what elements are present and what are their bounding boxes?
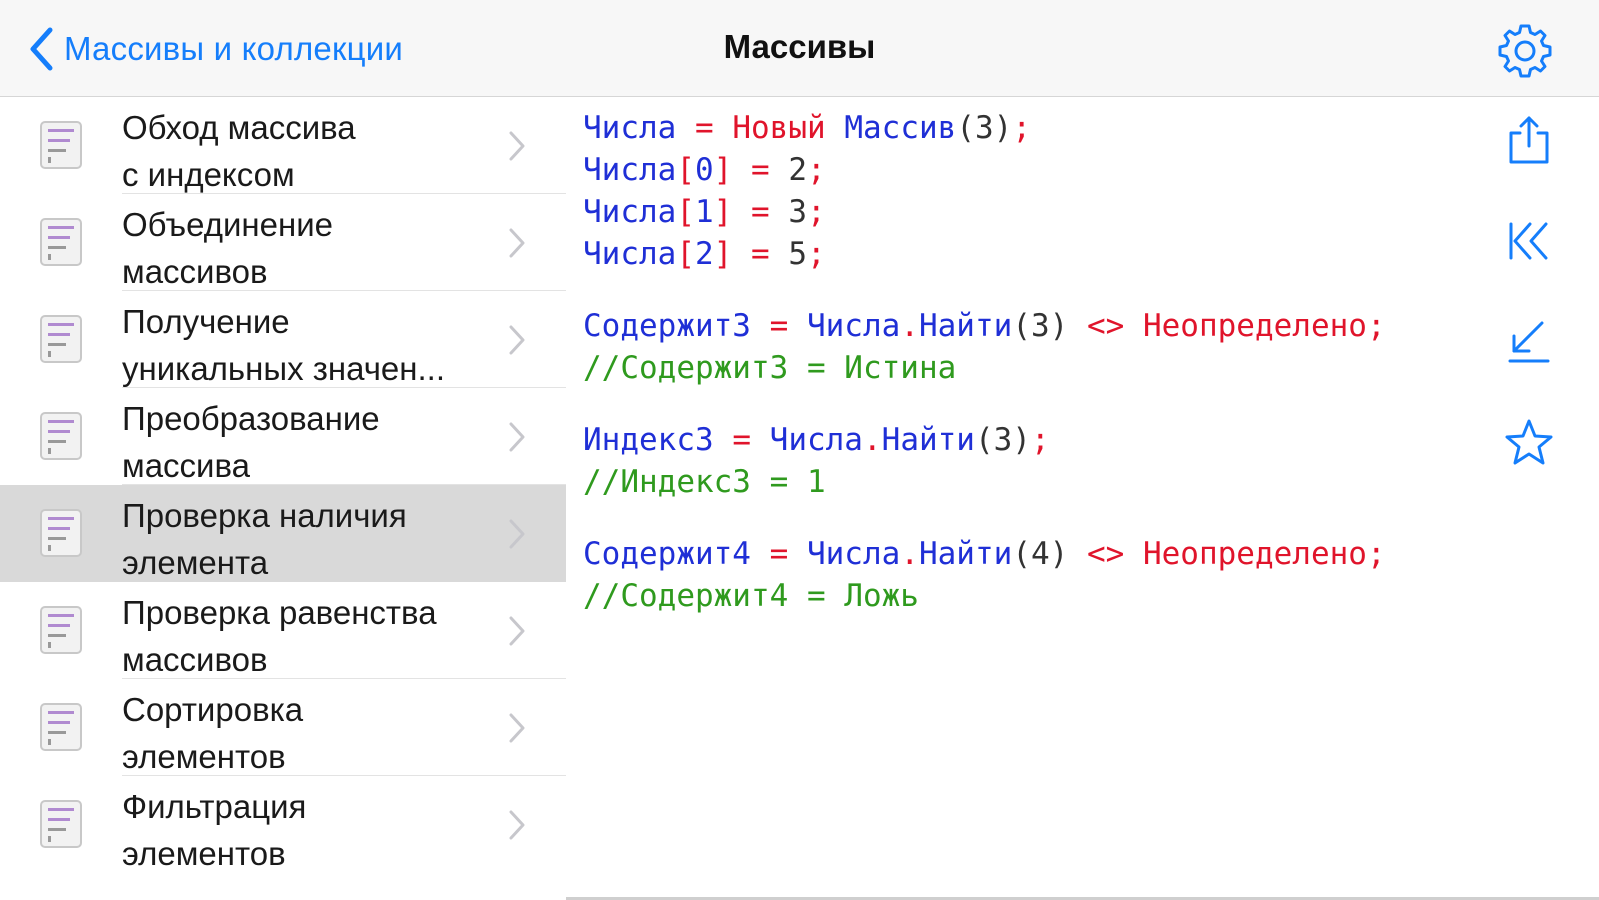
list-item[interactable]: Фильтрация элементов: [0, 776, 566, 873]
chevron-right-icon: [509, 131, 525, 161]
list-item-label: Преобразование массива: [122, 400, 380, 484]
list-item-label: Фильтрация элементов: [122, 788, 307, 872]
code-line: Числа[0] = 2;: [583, 152, 826, 188]
list-item-label: Обход массива с индексом: [122, 109, 356, 193]
navigation-bar: Массивы и коллекции Массивы: [0, 0, 1599, 97]
snippet-list: Обход массива с индексом Объединение мас…: [0, 97, 566, 900]
chevron-right-icon: [509, 616, 525, 646]
code-file-icon: [40, 412, 82, 460]
code-comment: //Содержит4 = Ложь: [583, 578, 919, 614]
list-item-label: Сортировка элементов: [122, 691, 304, 775]
chevron-right-icon: [509, 713, 525, 743]
star-icon[interactable]: [1502, 416, 1556, 470]
list-item-label: Объединение массивов: [122, 206, 334, 290]
chevron-right-icon: [509, 325, 525, 355]
list-item-label: Проверка наличия элемента: [122, 497, 407, 581]
list-item-label: Получение уникальных значен...: [122, 303, 445, 387]
list-item[interactable]: Получение уникальных значен...: [0, 291, 566, 388]
code-line: Индекс3 = Числа.Найти(3);: [583, 422, 1050, 458]
list-item[interactable]: Объединение массивов: [0, 194, 566, 291]
code-comment: //Индекс3 = 1: [583, 464, 826, 500]
code-comment: //Содержит3 = Истина: [583, 350, 957, 386]
code-line: Содержит4 = Числа.Найти(4) <> Неопределе…: [583, 536, 1386, 572]
code-file-icon: [40, 606, 82, 654]
code-file-icon: [40, 703, 82, 751]
chevron-right-icon: [509, 422, 525, 452]
code-file-icon: [40, 315, 82, 363]
list-item[interactable]: Проверка равенства массивов: [0, 582, 566, 679]
first-icon[interactable]: [1502, 214, 1556, 268]
list-item-selected[interactable]: Проверка наличия элемента: [0, 485, 566, 582]
list-item[interactable]: Преобразование массива: [0, 388, 566, 485]
list-item-label: Проверка равенства массивов: [122, 594, 437, 678]
page-title: Массивы: [723, 28, 876, 65]
code-file-icon: [40, 218, 82, 266]
code-file-icon: [40, 509, 82, 557]
share-icon[interactable]: [1502, 113, 1556, 167]
gear-icon[interactable]: [1496, 22, 1554, 80]
sum-icon[interactable]: [1502, 314, 1556, 368]
chevron-right-icon: [509, 519, 525, 549]
code-line: Содержит3 = Числа.Найти(3) <> Неопределе…: [583, 308, 1386, 344]
code-line: Числа[1] = 3;: [583, 194, 826, 230]
list-item[interactable]: Обход массива с индексом: [0, 97, 566, 194]
list-item[interactable]: Сортировка элементов: [0, 679, 566, 776]
code-file-icon: [40, 121, 82, 169]
chevron-right-icon: [509, 228, 525, 258]
code-line: Числа[2] = 5;: [583, 236, 826, 272]
code-line: Числа = Новый Массив(3);: [583, 110, 1031, 146]
code-view[interactable]: Числа = Новый Массив(3); Числа[0] = 2; Ч…: [566, 97, 1506, 900]
chevron-right-icon: [509, 810, 525, 840]
code-file-icon: [40, 800, 82, 848]
